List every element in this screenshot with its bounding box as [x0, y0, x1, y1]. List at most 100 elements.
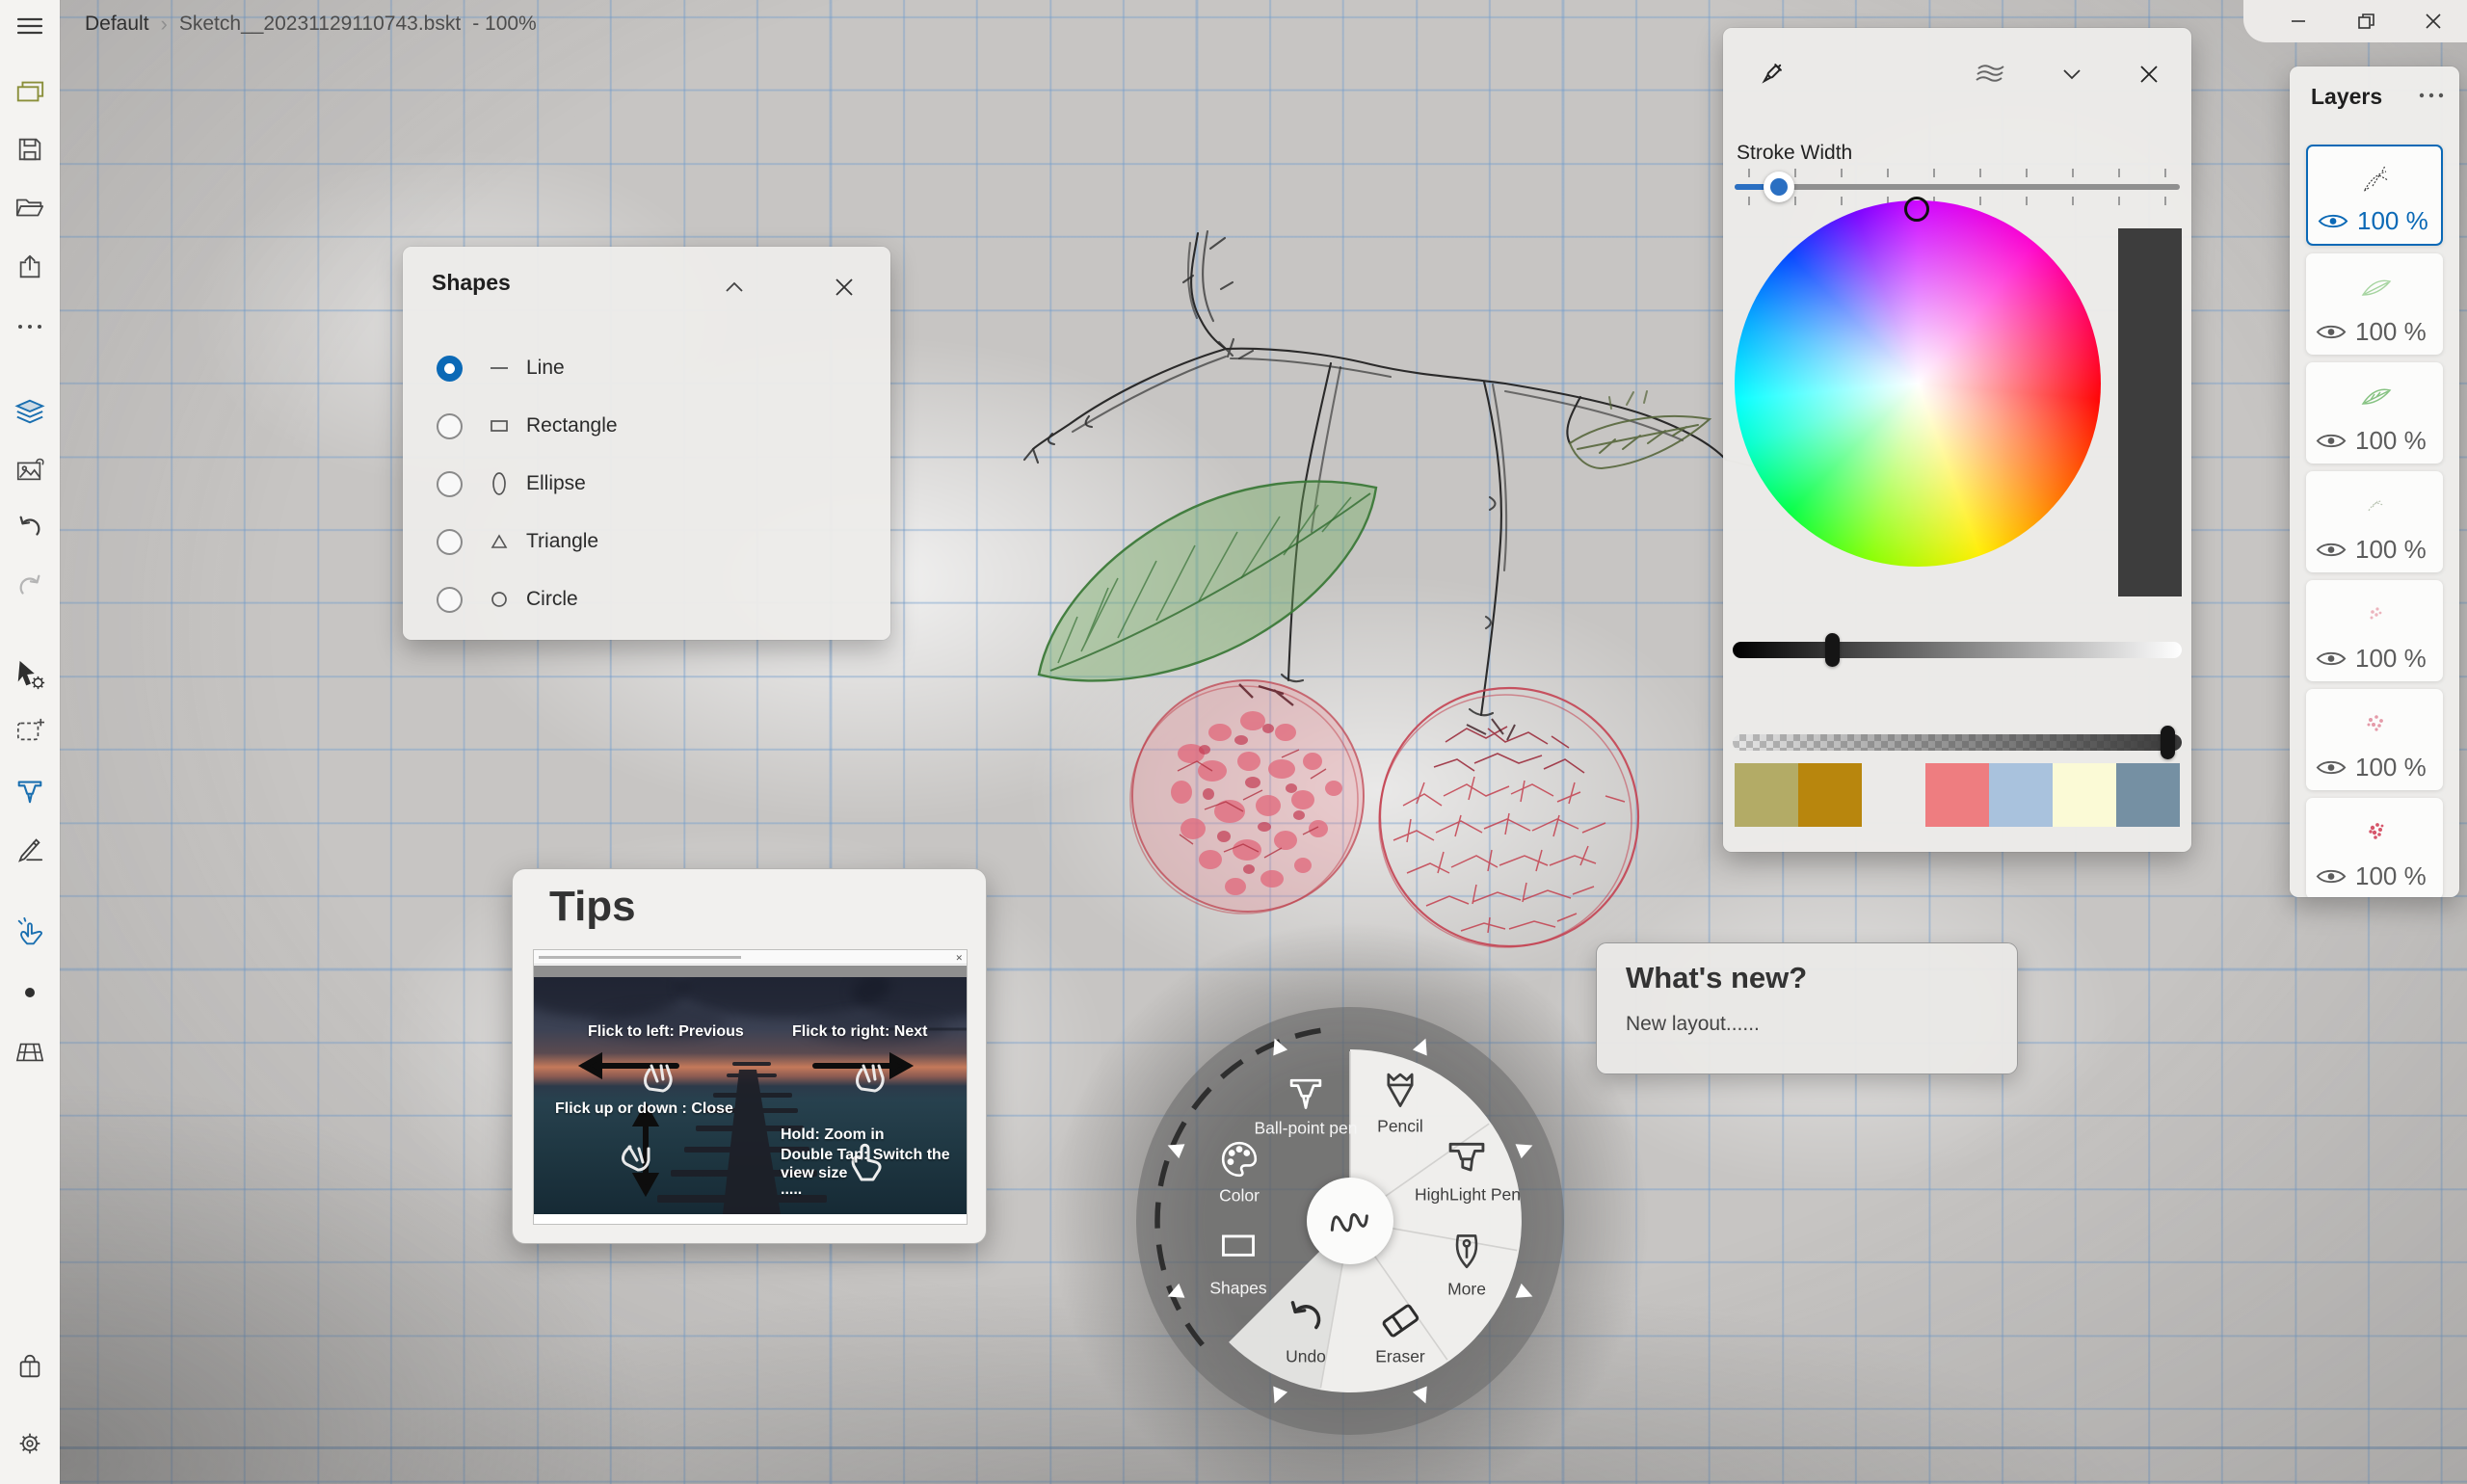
store-bag-icon[interactable]: [13, 1350, 46, 1383]
ballpoint-pen-icon[interactable]: [1284, 1069, 1328, 1113]
window-controls: [2243, 0, 2467, 42]
layer-thumbnail: [2308, 150, 2441, 210]
swatch-olive[interactable]: [1735, 763, 1798, 827]
brightness-slider[interactable]: [1733, 642, 2182, 658]
layer-card-6[interactable]: 100 %: [2306, 689, 2443, 790]
breadcrumb: Default › Sketch__20231129110743.bskt - …: [85, 12, 537, 37]
close-button[interactable]: [2400, 0, 2467, 42]
export-icon[interactable]: [13, 251, 46, 283]
close-button[interactable]: [823, 268, 865, 306]
collapse-button[interactable]: [713, 270, 756, 305]
pencil-icon[interactable]: [13, 832, 46, 864]
tip-flick-right: Flick to right: Next: [792, 1023, 927, 1041]
brightness-thumb[interactable]: [1825, 633, 1840, 667]
zoom-level: - 100%: [472, 13, 537, 36]
eye-icon[interactable]: [2316, 866, 2347, 887]
tip-dots: .....: [781, 1181, 802, 1199]
opacity-thumb[interactable]: [2161, 726, 2175, 759]
shape-option-circle[interactable]: Circle: [403, 578, 890, 621]
shape-option-triangle[interactable]: Triangle: [403, 520, 890, 563]
shape-option-line[interactable]: Line: [403, 347, 890, 389]
eyedropper-icon[interactable]: [1750, 55, 1792, 93]
layer-card-3[interactable]: 100 %: [2306, 362, 2443, 464]
boards-icon[interactable]: [13, 75, 46, 108]
select-area-icon[interactable]: [13, 714, 46, 747]
shapes-panel: Shapes Line Rectangle Ellipse Triangle C…: [403, 247, 890, 640]
eye-icon[interactable]: [2316, 649, 2347, 669]
swatch-slate[interactable]: [2116, 763, 2180, 827]
swatch-lightblue[interactable]: [1989, 763, 2053, 827]
swatch-cream[interactable]: [2053, 763, 2116, 827]
ink-flow-icon[interactable]: [1970, 55, 2012, 93]
highlight-pen-icon[interactable]: [1444, 1133, 1490, 1179]
pier-photo: Flick to left: Previous Flick to right: …: [534, 977, 967, 1214]
eye-icon[interactable]: [2316, 431, 2347, 451]
layer-card-5[interactable]: 100 %: [2306, 580, 2443, 681]
open-folder-icon[interactable]: [13, 191, 46, 224]
radio[interactable]: [437, 587, 463, 613]
ballpoint-pen-icon[interactable]: [13, 774, 46, 807]
shape-option-ellipse[interactable]: Ellipse: [403, 463, 890, 505]
radio[interactable]: [437, 529, 463, 555]
radial-item-color[interactable]: Color: [1162, 1186, 1316, 1206]
eraser-icon[interactable]: [1378, 1298, 1422, 1342]
layer-card-2[interactable]: 100 %: [2306, 253, 2443, 355]
dot-icon[interactable]: [13, 976, 46, 1009]
left-lychee: [1130, 680, 1364, 914]
breadcrumb-root[interactable]: Default: [85, 13, 149, 36]
restore-button[interactable]: [2332, 0, 2400, 42]
swatch-row: [1735, 763, 2180, 827]
close-button[interactable]: [2128, 55, 2170, 93]
pencil-icon[interactable]: [1378, 1067, 1422, 1111]
redo-icon[interactable]: [13, 570, 46, 602]
undo-arrow-icon[interactable]: [1284, 1296, 1328, 1340]
color-wheel[interactable]: [1735, 200, 2101, 567]
layers-panel-title: Layers: [2311, 84, 2382, 110]
shapes-rect-icon[interactable]: [1217, 1224, 1260, 1266]
stroke-width-thumb[interactable]: [1764, 172, 1794, 202]
more-ellipsis-icon[interactable]: [13, 310, 46, 343]
grid-icon[interactable]: [13, 1036, 46, 1069]
shape-option-rectangle[interactable]: Rectangle: [403, 405, 890, 447]
eye-icon[interactable]: [2316, 322, 2347, 342]
swatch-salmon[interactable]: [1925, 763, 1989, 827]
radio[interactable]: [437, 413, 463, 439]
layers-icon[interactable]: [13, 395, 46, 428]
stroke-width-slider[interactable]: [1735, 169, 2180, 203]
chevron-right-icon: ›: [161, 12, 168, 37]
layer-card-7[interactable]: 100 %: [2306, 798, 2443, 897]
radio-selected[interactable]: [437, 356, 463, 382]
save-icon[interactable]: [13, 133, 46, 166]
eye-icon[interactable]: [2316, 757, 2347, 778]
menu-icon[interactable]: [13, 10, 46, 42]
swatch-goldenrod[interactable]: [1798, 763, 1862, 827]
more-ellipsis-icon[interactable]: [2417, 88, 2446, 103]
opacity-slider[interactable]: [1733, 734, 2182, 751]
color-wheel-selector[interactable]: [1904, 197, 1929, 222]
touch-gesture-icon[interactable]: [13, 916, 46, 949]
color-palette-icon[interactable]: [1218, 1138, 1260, 1180]
radial-tool-menu[interactable]: Ball-point pen Color Shapes Pencil HighL…: [1080, 951, 1620, 1484]
selected-color-bar: [2118, 228, 2182, 596]
chevron-down-icon[interactable]: [2051, 55, 2093, 93]
close-icon: ✕: [955, 953, 963, 964]
radial-item-undo[interactable]: Undo: [1229, 1347, 1383, 1367]
layer-card-4[interactable]: 100 %: [2306, 471, 2443, 572]
minimize-button[interactable]: [2265, 0, 2332, 42]
eye-icon[interactable]: [2316, 540, 2347, 560]
undo-icon[interactable]: [13, 511, 46, 543]
eye-icon[interactable]: [2318, 211, 2348, 231]
radio[interactable]: [437, 471, 463, 497]
whats-new-body: New layout......: [1626, 1013, 1760, 1036]
color-panel: Stroke Width: [1723, 28, 2191, 852]
radial-item-more[interactable]: More: [1390, 1280, 1544, 1300]
circle-glyph: [488, 590, 511, 609]
layer-card-1[interactable]: 100 %: [2306, 145, 2443, 246]
pointer-settings-icon[interactable]: [13, 658, 46, 691]
fountain-pen-icon[interactable]: [1446, 1230, 1488, 1272]
radial-item-highlight[interactable]: HighLight Pen: [1391, 1185, 1545, 1206]
settings-gear-icon[interactable]: [13, 1427, 46, 1460]
tips-screenshot: ✕: [534, 950, 967, 1224]
breadcrumb-filename: Sketch__20231129110743.bskt: [179, 13, 461, 36]
insert-image-icon[interactable]: [13, 453, 46, 486]
